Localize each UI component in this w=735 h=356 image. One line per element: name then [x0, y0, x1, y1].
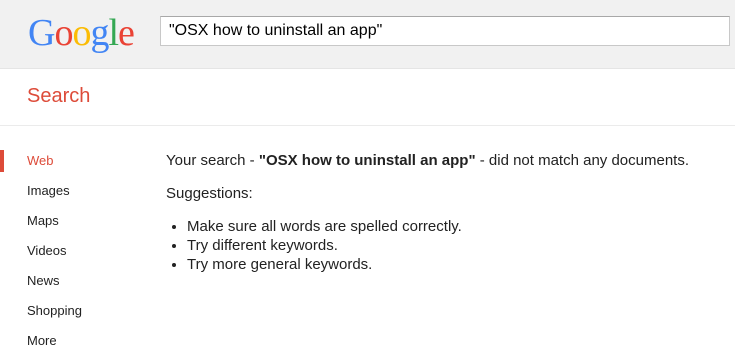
logo-letter-e: e — [118, 12, 135, 54]
logo-letter-l: l — [108, 12, 119, 54]
header: Google "OSX how to uninstall an app" — [0, 0, 735, 69]
results-area: Your search - "OSX how to uninstall an a… — [166, 151, 726, 274]
suggestion-item: Make sure all words are spelled correctl… — [187, 217, 726, 236]
nav-item-web[interactable]: Web — [0, 146, 150, 176]
nav-item-maps[interactable]: Maps — [0, 206, 150, 236]
no-results-message: Your search - "OSX how to uninstall an a… — [166, 151, 726, 170]
nav-item-videos[interactable]: Videos — [0, 236, 150, 266]
suggestion-item: Try more general keywords. — [187, 255, 726, 274]
message-query: "OSX how to uninstall an app" — [258, 152, 476, 169]
search-input[interactable]: "OSX how to uninstall an app" — [160, 16, 730, 46]
suggestion-item: Try different keywords. — [187, 236, 726, 255]
message-suffix: - did not match any documents. — [475, 152, 690, 169]
sub-bar: Search — [0, 69, 735, 126]
nav-item-shopping[interactable]: Shopping — [0, 296, 150, 326]
google-logo[interactable]: Google — [28, 11, 135, 55]
suggestions-list: Make sure all words are spelled correctl… — [166, 217, 726, 274]
nav-item-more[interactable]: More — [0, 326, 150, 356]
message-prefix: Your search - — [166, 152, 259, 169]
page-title: Search — [27, 85, 91, 107]
left-nav: Web Images Maps Videos News Shopping Mor… — [0, 146, 150, 356]
nav-item-news[interactable]: News — [0, 266, 150, 296]
logo-letter-o2: o — [72, 12, 91, 54]
nav-item-images[interactable]: Images — [0, 176, 150, 206]
logo-letter-g: G — [28, 12, 55, 54]
logo-letter-o1: o — [54, 12, 73, 54]
logo-letter-g2: g — [90, 12, 109, 54]
suggestions-title: Suggestions: — [166, 185, 253, 202]
